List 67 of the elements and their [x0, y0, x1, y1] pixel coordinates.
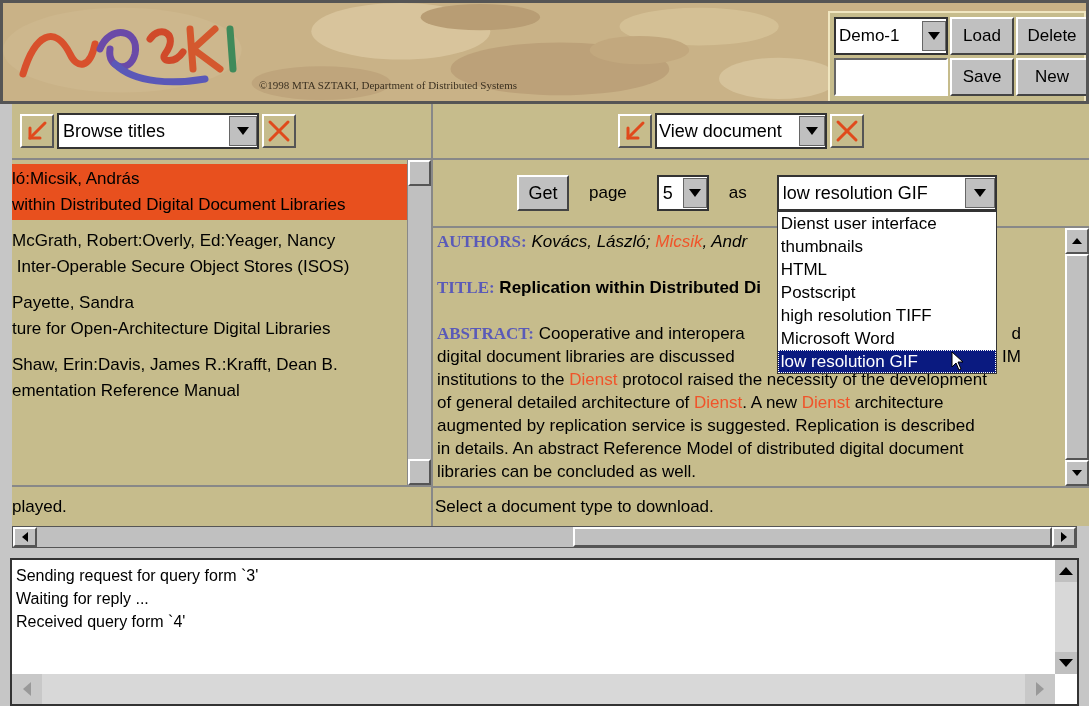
dropdown-option[interactable]: high resolution TIFF: [777, 304, 996, 327]
list-item[interactable]: ló:Micsik, András within Distributed Digital Document Libraries: [12, 164, 407, 220]
list-item[interactable]: McGrath, Robert:Overly, Ed:Yeager, Nancy Inter-Operable Secure Object Stores (ISOS): [12, 226, 407, 282]
document-text: TITLE: Replication within Distributed Di: [437, 277, 761, 299]
triangle-icon: [1072, 238, 1082, 244]
document-text: AUTHORS: Kovács, László; Micsik, Andr: [437, 231, 748, 253]
as-label: as: [728, 182, 747, 205]
triangle-icon: [1061, 532, 1067, 542]
delete-button[interactable]: Delete: [1016, 17, 1086, 55]
triangle-icon: [1036, 682, 1044, 696]
caret-icon: [799, 116, 825, 146]
format-select[interactable]: low resolution GIF: [776, 175, 997, 211]
view-select[interactable]: View document: [655, 113, 827, 149]
vertical-scrollbar[interactable]: [1055, 560, 1077, 674]
load-button[interactable]: Load: [950, 17, 1014, 55]
triangle-icon: [1072, 470, 1082, 476]
document-text: augmented by replication service is suggested. Replication is described: [437, 415, 975, 437]
triangle-icon: [1059, 567, 1073, 575]
dropdown-option[interactable]: low resolution GIF: [777, 350, 996, 373]
horizontal-scrollbar[interactable]: [12, 674, 1055, 704]
list-item[interactable]: Shaw, Erin:Davis, James R.:Krafft, Dean B. ementation Reference Manual: [12, 350, 407, 406]
vertical-scrollbar[interactable]: [407, 160, 431, 485]
profile-select[interactable]: Demo-1: [834, 17, 948, 55]
list-item[interactable]: Payette, Sandra ture for Open-Architecture Digital Libraries: [12, 288, 407, 344]
triangle-icon: [23, 682, 31, 696]
horizontal-scrollbar[interactable]: [12, 526, 1077, 548]
get-button[interactable]: Get: [517, 175, 569, 211]
document-text: of general detailed architecture of Dienst. A new Dienst architecture: [437, 392, 944, 414]
copyright-text: ©1998 MTA SZTAKI, Department of Distributed Systems: [259, 77, 518, 93]
arrow-button[interactable]: [618, 114, 652, 148]
dropdown-option[interactable]: Microsoft Word: [777, 327, 996, 350]
name-input[interactable]: [834, 58, 948, 96]
status-text: played.: [12, 495, 67, 518]
log-line: Received query form `4': [16, 612, 187, 632]
status-text: Select a document type to download.: [435, 496, 714, 519]
dropdown-option[interactable]: Postscript: [777, 281, 996, 304]
caret-icon: [922, 21, 946, 51]
triangle-icon: [1059, 659, 1073, 667]
close-button[interactable]: [830, 114, 864, 148]
document-text: in details. An abstract Reference Model of distributed digital document: [437, 438, 964, 460]
save-button[interactable]: Save: [950, 58, 1014, 96]
document-text: d: [1011, 323, 1021, 345]
view-select[interactable]: Browse titles: [57, 113, 259, 149]
page-label: page: [589, 182, 627, 205]
cursor-icon: [950, 351, 965, 371]
triangle-icon: [22, 532, 28, 542]
close-button[interactable]: [262, 114, 296, 148]
arrow-icon: [624, 120, 646, 142]
document-text: digital document libraries are discussed: [437, 346, 735, 368]
new-button[interactable]: New: [1016, 58, 1086, 96]
caret-icon: [964, 178, 995, 208]
arrow-icon: [26, 120, 48, 142]
document-text: ABSTRACT: Cooperative and interopera: [437, 323, 745, 345]
dropdown-option[interactable]: HTML: [777, 258, 996, 281]
close-icon: [267, 119, 291, 143]
page-select[interactable]: 5: [656, 175, 709, 211]
log-line: Waiting for reply ...: [16, 589, 150, 609]
caret-icon: [682, 178, 707, 208]
vertical-scrollbar[interactable]: [1065, 228, 1089, 486]
dropdown-option[interactable]: thumbnails: [777, 235, 996, 258]
document-text: IM: [1002, 346, 1021, 368]
close-icon: [835, 119, 859, 143]
document-text: libraries can be concluded as well.: [437, 461, 696, 483]
log-line: Sending request for query form `3': [16, 566, 260, 586]
arrow-button[interactable]: [20, 114, 54, 148]
dropdown-option[interactable]: Dienst user interface: [777, 212, 996, 235]
caret-icon: [229, 116, 257, 146]
